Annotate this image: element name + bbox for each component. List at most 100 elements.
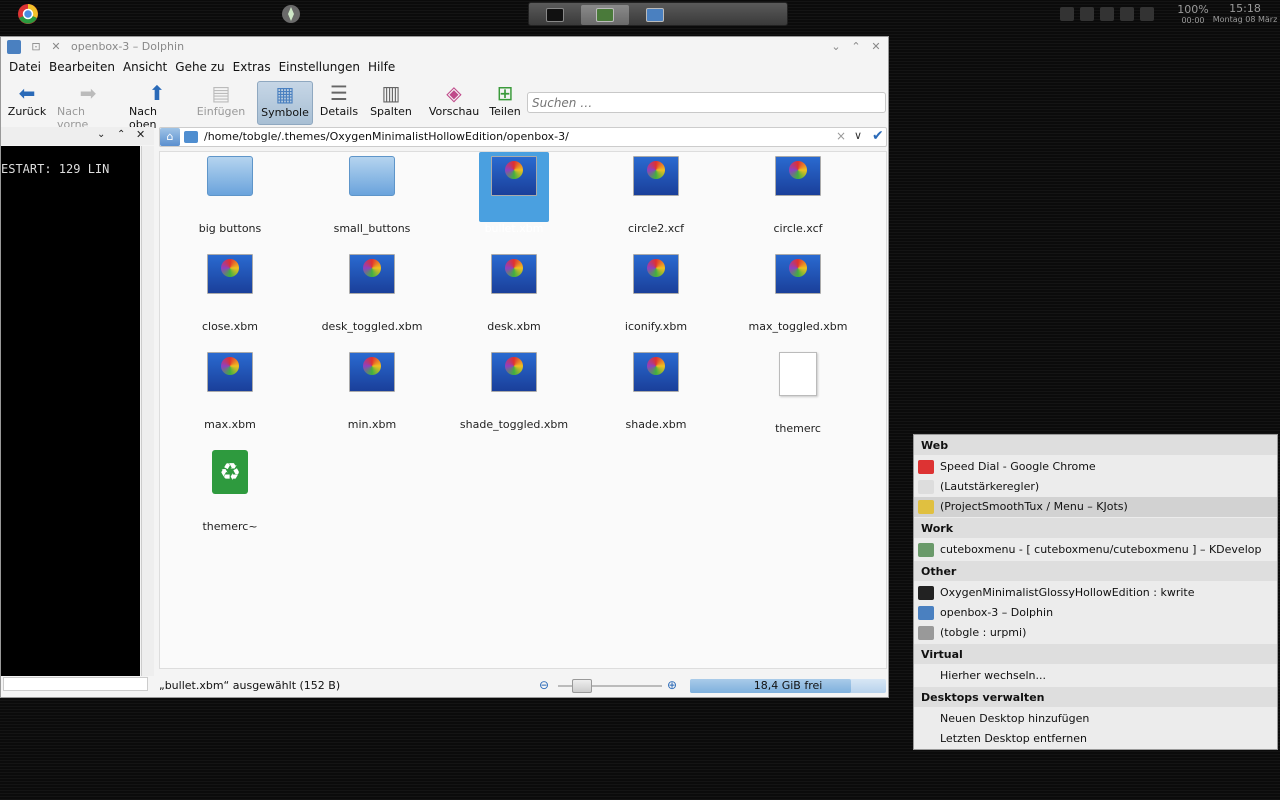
status-text: „bullet.xbm“ ausgewählt (152 B) <box>159 679 341 692</box>
taskbar-item-dolphin[interactable] <box>631 5 679 25</box>
menu-item[interactable]: Letzten Desktop entfernen <box>914 729 1277 749</box>
menu-ansicht[interactable]: Ansicht <box>119 59 171 77</box>
path-text[interactable]: /home/tobgle/.themes/OxygenMinimalistHol… <box>204 130 569 143</box>
clear-icon[interactable]: × <box>836 129 846 143</box>
up-button[interactable]: ⬆ Nach oben <box>129 81 185 131</box>
taskbar-item-kwrite[interactable] <box>581 5 629 25</box>
split-button[interactable]: ⊞ Teilen <box>487 81 523 125</box>
zoom-slider-handle[interactable] <box>572 679 592 693</box>
preview-button[interactable]: ◈ Vorschau <box>429 81 479 125</box>
terminal-panel[interactable]: ESTART: 129 LIN <box>1 146 140 676</box>
back-label: Zurück <box>7 105 47 118</box>
menu-item-label: cuteboxmenu - [ cuteboxmenu/cuteboxmenu … <box>940 543 1262 556</box>
file-item[interactable]: iconify.xbm <box>586 250 726 333</box>
battery-indicator[interactable]: 100% 00:00 <box>1176 3 1210 25</box>
back-button[interactable]: ⬅ Zurück <box>7 81 47 125</box>
menu-item[interactable]: (tobgle : urpmi) <box>914 623 1277 643</box>
close-icon[interactable]: ✕ <box>869 40 883 54</box>
file-item[interactable]: max_toggled.xbm <box>728 250 868 333</box>
menu-gehe-zu[interactable]: Gehe zu <box>171 59 228 77</box>
menu-datei[interactable]: Datei <box>1 59 45 77</box>
menu-item-label: (Lautstärkeregler) <box>940 480 1040 493</box>
file-name: themerc~ <box>202 520 258 533</box>
file-item[interactable]: circle.xcf <box>728 152 868 235</box>
menu-item[interactable]: openbox-3 – Dolphin <box>914 603 1277 623</box>
tray-network-icon[interactable] <box>1100 7 1114 21</box>
menu-bearbeiten[interactable]: Bearbeiten <box>45 59 119 77</box>
folder-icon <box>184 131 198 143</box>
paste-button[interactable]: ▤ Einfügen <box>197 81 246 125</box>
file-name: small_buttons <box>333 222 411 235</box>
tray-power-icon[interactable] <box>1120 7 1134 21</box>
chrome-launcher-icon[interactable] <box>17 3 39 25</box>
title-bar[interactable]: ⊡ ✕ openbox-3 – Dolphin ⌄ ⌃ ✕ <box>1 37 888 57</box>
menu-hilfe[interactable]: Hilfe <box>364 59 399 77</box>
kdevelop-icon <box>918 543 934 557</box>
close-pane-icon[interactable]: ✕ <box>136 128 145 141</box>
tray-app-icon[interactable] <box>1060 7 1074 21</box>
menu-item-label: Neuen Desktop hinzufügen <box>940 712 1090 725</box>
dolphin-icon <box>646 8 664 22</box>
menu-extras[interactable]: Extras <box>229 59 275 77</box>
file-item[interactable]: desk.xbm <box>444 250 584 333</box>
file-item[interactable]: themerc <box>728 348 868 435</box>
minimize-icon[interactable]: ⌄ <box>829 40 843 54</box>
tux-menu-icon[interactable] <box>280 3 302 25</box>
forward-button[interactable]: ➡ Nach vorne <box>57 81 119 131</box>
menu-item[interactable]: (Lautstärkeregler) <box>914 477 1277 497</box>
preview-label: Vorschau <box>428 105 480 118</box>
file-item[interactable]: bullet.xbm <box>444 152 584 235</box>
location-bar[interactable]: ⌂ /home/tobgle/.themes/OxygenMinimalistH… <box>159 127 887 147</box>
expand-icon[interactable]: ⌃ <box>117 129 125 140</box>
file-view[interactable]: big buttons small_buttons bullet.xbm circle… <box>159 151 887 669</box>
columns-view-button[interactable]: ▥ Spalten <box>369 81 413 125</box>
arrow-right-icon: ➡ <box>79 81 97 105</box>
menu-einstellungen[interactable]: Einstellungen <box>275 59 364 77</box>
tray-folder-icon[interactable] <box>1140 7 1154 21</box>
file-name: desk.xbm <box>487 320 541 333</box>
details-view-button[interactable]: ☰ Details <box>319 81 359 125</box>
taskbar-item-terminal[interactable] <box>531 5 579 25</box>
file-item[interactable]: ♻ themerc~ <box>160 446 300 533</box>
file-item[interactable]: circle2.xcf <box>586 152 726 235</box>
file-item[interactable]: close.xbm <box>160 250 300 333</box>
zoom-in-icon[interactable]: ⊕ <box>667 678 677 692</box>
dolphin-icon <box>918 606 934 620</box>
menu-item[interactable]: Speed Dial - Google Chrome <box>914 457 1277 477</box>
collapse-icon[interactable]: ⌄ <box>97 129 105 140</box>
dolphin-window: ⊡ ✕ openbox-3 – Dolphin ⌄ ⌃ ✕ Datei Bear… <box>0 36 889 698</box>
sticky-icon[interactable]: ⊡ <box>29 40 43 54</box>
menu-item[interactable]: Hierher wechseln... <box>914 666 1277 686</box>
menu-item-label: (ProjectSmoothTux / Menu – KJots) <box>940 500 1128 513</box>
arrow-up-icon: ⬆ <box>148 81 166 105</box>
menu-item[interactable]: (ProjectSmoothTux / Menu – KJots) <box>914 497 1277 517</box>
icons-view-button[interactable]: ▦ Symbole <box>257 81 313 125</box>
file-item[interactable]: desk_toggled.xbm <box>302 250 442 333</box>
checkmark-icon[interactable]: ✔ <box>872 128 884 144</box>
terminal-scrollbar[interactable] <box>141 146 154 676</box>
file-item[interactable]: big buttons <box>160 152 300 235</box>
menu-item[interactable]: OxygenMinimalistGlossyHollowEdition : kw… <box>914 583 1277 603</box>
maximize-icon[interactable]: ⌃ <box>849 40 863 54</box>
file-item[interactable]: max.xbm <box>160 348 300 431</box>
kjots-icon <box>918 500 934 514</box>
file-item[interactable]: min.xbm <box>302 348 442 431</box>
search-input[interactable] <box>527 92 886 113</box>
menu-item[interactable]: cuteboxmenu - [ cuteboxmenu/cuteboxmenu … <box>914 540 1277 560</box>
icons-view-label: Symbole <box>261 106 309 119</box>
arrow-left-icon: ⬅ <box>18 81 36 105</box>
pin-icon[interactable]: ✕ <box>49 40 63 54</box>
tray-notes-icon[interactable] <box>1080 7 1094 21</box>
file-item[interactable]: shade.xbm <box>586 348 726 431</box>
file-name: min.xbm <box>347 418 397 431</box>
file-item[interactable]: shade_toggled.xbm <box>444 348 584 431</box>
zoom-out-icon[interactable]: ⊖ <box>539 678 549 692</box>
chevron-down-icon[interactable]: ∨ <box>854 129 862 142</box>
clock[interactable]: 15:18 Montag 08 März <box>1210 2 1280 24</box>
file-name: max_toggled.xbm <box>748 320 848 333</box>
file-item[interactable]: small_buttons <box>302 152 442 235</box>
home-icon[interactable]: ⌂ <box>160 128 180 146</box>
window-menu-icon[interactable] <box>7 40 21 54</box>
menu-item[interactable]: Neuen Desktop hinzufügen <box>914 709 1277 729</box>
menu-section-header: Work <box>914 518 1277 538</box>
